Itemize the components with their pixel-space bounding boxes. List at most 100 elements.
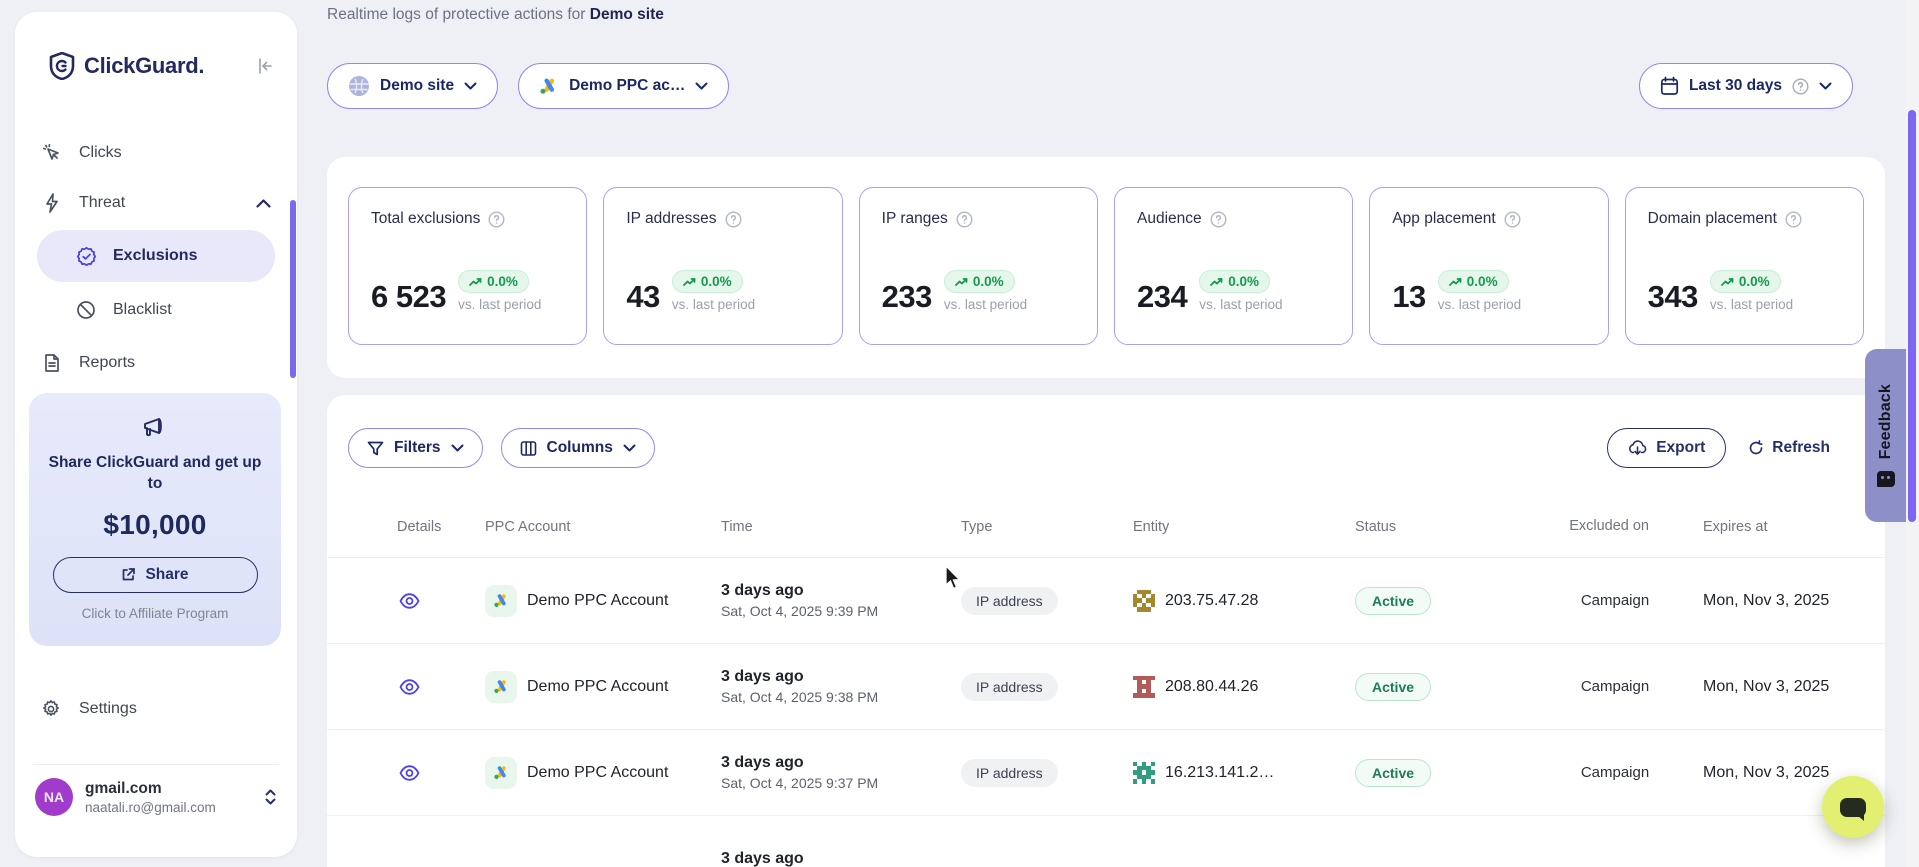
account-email: naatali.ro@gmail.com — [85, 800, 216, 815]
filters-dropdown[interactable]: Filters — [348, 428, 483, 468]
stat-value: 233 — [882, 281, 932, 312]
promo-amount: $10,000 — [47, 509, 263, 541]
sidebar-item-settings[interactable]: Settings — [15, 684, 297, 734]
help-circle-icon[interactable] — [1210, 211, 1227, 228]
entity-value: 208.80.44.26 — [1165, 678, 1258, 696]
stat-card-total-exclusions: Total exclusions 6 523 0.0% vs. last per… — [348, 187, 587, 345]
sidebar-item-threat[interactable]: Threat — [15, 178, 297, 228]
chat-bubble-icon — [1840, 798, 1866, 817]
time-relative: 3 days ago — [721, 582, 804, 600]
google-ads-icon — [539, 77, 559, 95]
delta-badge: 0.0% — [458, 270, 529, 293]
ppc-account-name: Demo PPC Account — [527, 764, 668, 782]
filter-icon — [367, 440, 384, 457]
google-ads-icon — [485, 671, 517, 703]
stat-card-ip-addresses: IP addresses 43 0.0% vs. last period — [603, 187, 842, 345]
col-header-ppc-account: PPC Account — [473, 519, 709, 535]
help-circle-icon[interactable] — [1785, 211, 1802, 228]
filters-label: Filters — [394, 439, 441, 457]
view-details-eye-icon[interactable] — [397, 763, 422, 783]
refresh-button[interactable]: Refresh — [1726, 428, 1836, 468]
affiliate-promo-card[interactable]: Share ClickGuard and get up to $10,000 S… — [29, 393, 281, 646]
col-header-details: Details — [385, 519, 473, 535]
col-header-expires-at: Expires at — [1683, 519, 1855, 535]
sidebar-item-exclusions[interactable]: Exclusions — [37, 230, 275, 282]
ppc-selector-label: Demo PPC ac… — [569, 77, 685, 95]
entity-identicon — [1133, 762, 1155, 784]
col-header-type: Type — [949, 519, 1121, 535]
sidebar-item-label: Blacklist — [113, 301, 172, 319]
divider — [33, 764, 279, 765]
col-header-time: Time — [709, 519, 949, 535]
stat-cards: Total exclusions 6 523 0.0% vs. last per… — [327, 157, 1885, 345]
entity-identicon — [1133, 590, 1155, 612]
date-range-dropdown[interactable]: Last 30 days — [1639, 63, 1853, 109]
help-circle-icon[interactable] — [488, 211, 505, 228]
affiliate-caption: Click to Affiliate Program — [47, 606, 263, 621]
help-circle-icon — [1792, 78, 1809, 95]
cloud-download-icon — [1628, 440, 1647, 456]
view-details-eye-icon[interactable] — [397, 677, 422, 697]
stat-card-audience: Audience 234 0.0% vs. last period — [1114, 187, 1353, 345]
status-badge: Active — [1355, 673, 1431, 701]
stat-value: 234 — [1137, 281, 1187, 312]
time-absolute: Sat, Oct 4, 2025 9:37 PM — [721, 775, 878, 791]
share-button[interactable]: Share — [53, 557, 258, 593]
stat-caption: vs. last period — [458, 297, 541, 312]
share-button-label: Share — [145, 566, 188, 584]
chevron-up-icon — [256, 199, 271, 208]
help-circle-icon[interactable] — [1504, 211, 1521, 228]
sidebar-nav: Clicks Threat Exclusions — [15, 128, 297, 388]
account-switcher[interactable]: NA gmail.com naatali.ro@gmail.com — [15, 778, 297, 816]
selector-row: Demo site Demo PPC ac… — [327, 63, 729, 109]
chevron-up-down-icon — [264, 788, 277, 806]
sidebar-item-clicks[interactable]: Clicks — [15, 128, 297, 178]
delta-badge: 0.0% — [1710, 270, 1781, 293]
google-ads-icon — [485, 585, 517, 617]
time-relative: 3 days ago — [721, 668, 804, 686]
time-relative: 3 days ago — [721, 850, 804, 867]
sidebar-item-reports[interactable]: Reports — [15, 338, 297, 388]
export-button[interactable]: Export — [1607, 428, 1726, 468]
entity-identicon — [1133, 676, 1155, 698]
sidebar-collapse-icon[interactable] — [255, 56, 275, 76]
feedback-label: Feedback — [1877, 384, 1895, 459]
sidebar-item-label: Clicks — [79, 144, 271, 162]
chevron-down-icon — [623, 444, 636, 452]
delta-badge: 0.0% — [672, 270, 743, 293]
stat-caption: vs. last period — [944, 297, 1027, 312]
sidebar-item-blacklist[interactable]: Blacklist — [37, 284, 275, 336]
site-selector-dropdown[interactable]: Demo site — [327, 63, 498, 109]
ppc-account-dropdown[interactable]: Demo PPC ac… — [518, 63, 729, 109]
sidebar-scrollbar-thumb[interactable] — [290, 200, 296, 378]
expires-at-value: Mon, Nov 3, 2025 — [1683, 592, 1855, 610]
stat-card-app-placement: App placement 13 0.0% vs. last period — [1369, 187, 1608, 345]
page-scrollbar-thumb[interactable] — [1908, 110, 1916, 522]
feedback-tab[interactable]: Feedback — [1865, 349, 1906, 522]
document-icon — [41, 353, 63, 373]
promo-text: Share ClickGuard and get up to — [47, 453, 263, 495]
time-relative: 3 days ago — [721, 754, 804, 772]
external-link-icon — [121, 567, 136, 582]
entity-value: 203.75.47.28 — [1165, 592, 1258, 610]
excluded-on-value: Campaign — [1535, 592, 1683, 609]
account-name: gmail.com — [85, 780, 216, 798]
stat-caption: vs. last period — [1438, 297, 1521, 312]
ban-icon — [75, 300, 97, 320]
gear-icon — [41, 699, 63, 719]
expires-at-value: Mon, Nov 3, 2025 — [1683, 764, 1855, 782]
time-absolute: Sat, Oct 4, 2025 9:39 PM — [721, 603, 878, 619]
clickguard-logo-icon — [49, 52, 75, 80]
settings-label: Settings — [79, 700, 137, 718]
excluded-on-value: Campaign — [1535, 678, 1683, 695]
excluded-on-value: Campaign — [1535, 764, 1683, 781]
help-circle-icon[interactable] — [956, 211, 973, 228]
table-row-partial: 3 days ago — [327, 816, 1885, 867]
help-circle-icon[interactable] — [725, 211, 742, 228]
table-row: Demo PPC Account 3 days ago Sat, Oct 4, … — [327, 558, 1885, 644]
columns-dropdown[interactable]: Columns — [501, 428, 655, 468]
stat-label: IP addresses — [626, 210, 716, 228]
chevron-down-icon — [695, 82, 708, 90]
view-details-eye-icon[interactable] — [397, 591, 422, 611]
chat-launcher-button[interactable] — [1822, 776, 1884, 838]
